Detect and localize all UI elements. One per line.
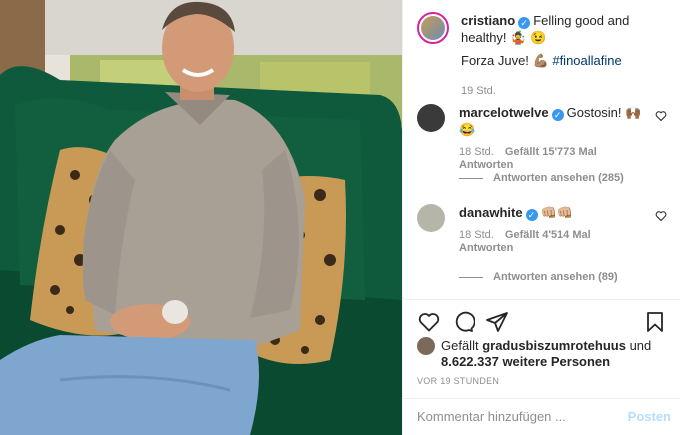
liker-avatar xyxy=(417,337,435,355)
post-panel: cristiano ✓ Felling good and healthy! 🤹 😉 … xyxy=(402,0,680,435)
view-replies[interactable]: Antworten ansehen (285) xyxy=(459,172,624,184)
post-photo[interactable] xyxy=(0,0,402,435)
post-image xyxy=(0,0,402,435)
replies-divider xyxy=(459,177,483,179)
verified-badge-icon: ✓ xyxy=(551,109,564,121)
likes-summary[interactable]: Gefällt gradusbiszumrotehuus und 8.622.3… xyxy=(417,337,652,370)
verified-badge-icon: ✓ xyxy=(525,209,538,221)
replies-divider xyxy=(459,276,483,278)
comment-likes[interactable]: Gefällt 15'773 Mal xyxy=(505,146,597,158)
comment-text: 👊🏼👊🏼 xyxy=(540,205,573,220)
likes-prefix: Gefällt xyxy=(441,338,479,353)
post-timestamp[interactable]: VOR 19 STUNDEN xyxy=(417,376,499,386)
comment-heart-icon[interactable] xyxy=(655,110,667,122)
action-row xyxy=(417,310,667,334)
comment-item: marcelotwelve ✓ Gostosin! 🙌🏾😂 18 Std. Gefä… xyxy=(417,104,673,172)
comment-input[interactable] xyxy=(417,409,607,424)
commenter-username[interactable]: danawhite xyxy=(459,205,523,220)
bookmark-icon[interactable] xyxy=(643,310,667,334)
heart-icon[interactable] xyxy=(417,310,441,334)
caption-emoji: 🤹 😉 xyxy=(510,30,547,45)
view-replies-label[interactable]: Antworten ansehen (89) xyxy=(493,271,618,283)
comment-icon[interactable] xyxy=(451,310,475,334)
caption-body: cristiano ✓ Felling good and healthy! 🤹 😉 … xyxy=(461,12,673,100)
author-username[interactable]: cristiano xyxy=(461,13,515,28)
comment-likes[interactable]: Gefällt 4'514 Mal xyxy=(505,229,591,241)
comment-body: danawhite ✓ 👊🏼👊🏼 18 Std. Gefällt 4'514 Mal… xyxy=(459,204,649,255)
comment-heart-icon[interactable] xyxy=(655,210,667,222)
paper-plane-icon[interactable] xyxy=(485,310,509,334)
reply-button[interactable]: Antworten xyxy=(459,159,513,171)
commenter-avatar[interactable] xyxy=(417,104,445,132)
author-avatar[interactable] xyxy=(417,12,449,44)
caption-time: 19 Std. xyxy=(461,85,496,97)
commenter-avatar[interactable] xyxy=(417,204,445,232)
comment-time: 18 Std. xyxy=(459,229,494,241)
post-comment-button[interactable]: Posten xyxy=(628,409,671,424)
liker-username[interactable]: gradusbiszumrotehuus xyxy=(482,338,626,353)
verified-badge-icon: ✓ xyxy=(518,17,531,29)
comment-item: danawhite ✓ 👊🏼👊🏼 18 Std. Gefällt 4'514 Mal… xyxy=(417,204,673,255)
view-replies[interactable]: Antworten ansehen (89) xyxy=(459,271,618,283)
caption-text-line2: Forza Juve! 💪🏽 xyxy=(461,53,549,68)
hashtag-link[interactable]: #finoallafine xyxy=(552,53,621,68)
instagram-post: cristiano ✓ Felling good and healthy! 🤹 😉 … xyxy=(0,0,680,435)
add-comment-bar: Posten xyxy=(403,398,680,435)
commenter-username[interactable]: marcelotwelve xyxy=(459,105,549,120)
caption: cristiano ✓ Felling good and healthy! 🤹 😉 … xyxy=(417,12,673,100)
view-replies-label[interactable]: Antworten ansehen (285) xyxy=(493,172,624,184)
reply-button[interactable]: Antworten xyxy=(459,242,513,254)
comment-time: 18 Std. xyxy=(459,146,494,158)
likes-others[interactable]: 8.622.337 weitere Personen xyxy=(441,354,610,369)
likes-joiner: und xyxy=(629,338,652,353)
comment-body: marcelotwelve ✓ Gostosin! 🙌🏾😂 18 Std. Gefä… xyxy=(459,104,649,172)
